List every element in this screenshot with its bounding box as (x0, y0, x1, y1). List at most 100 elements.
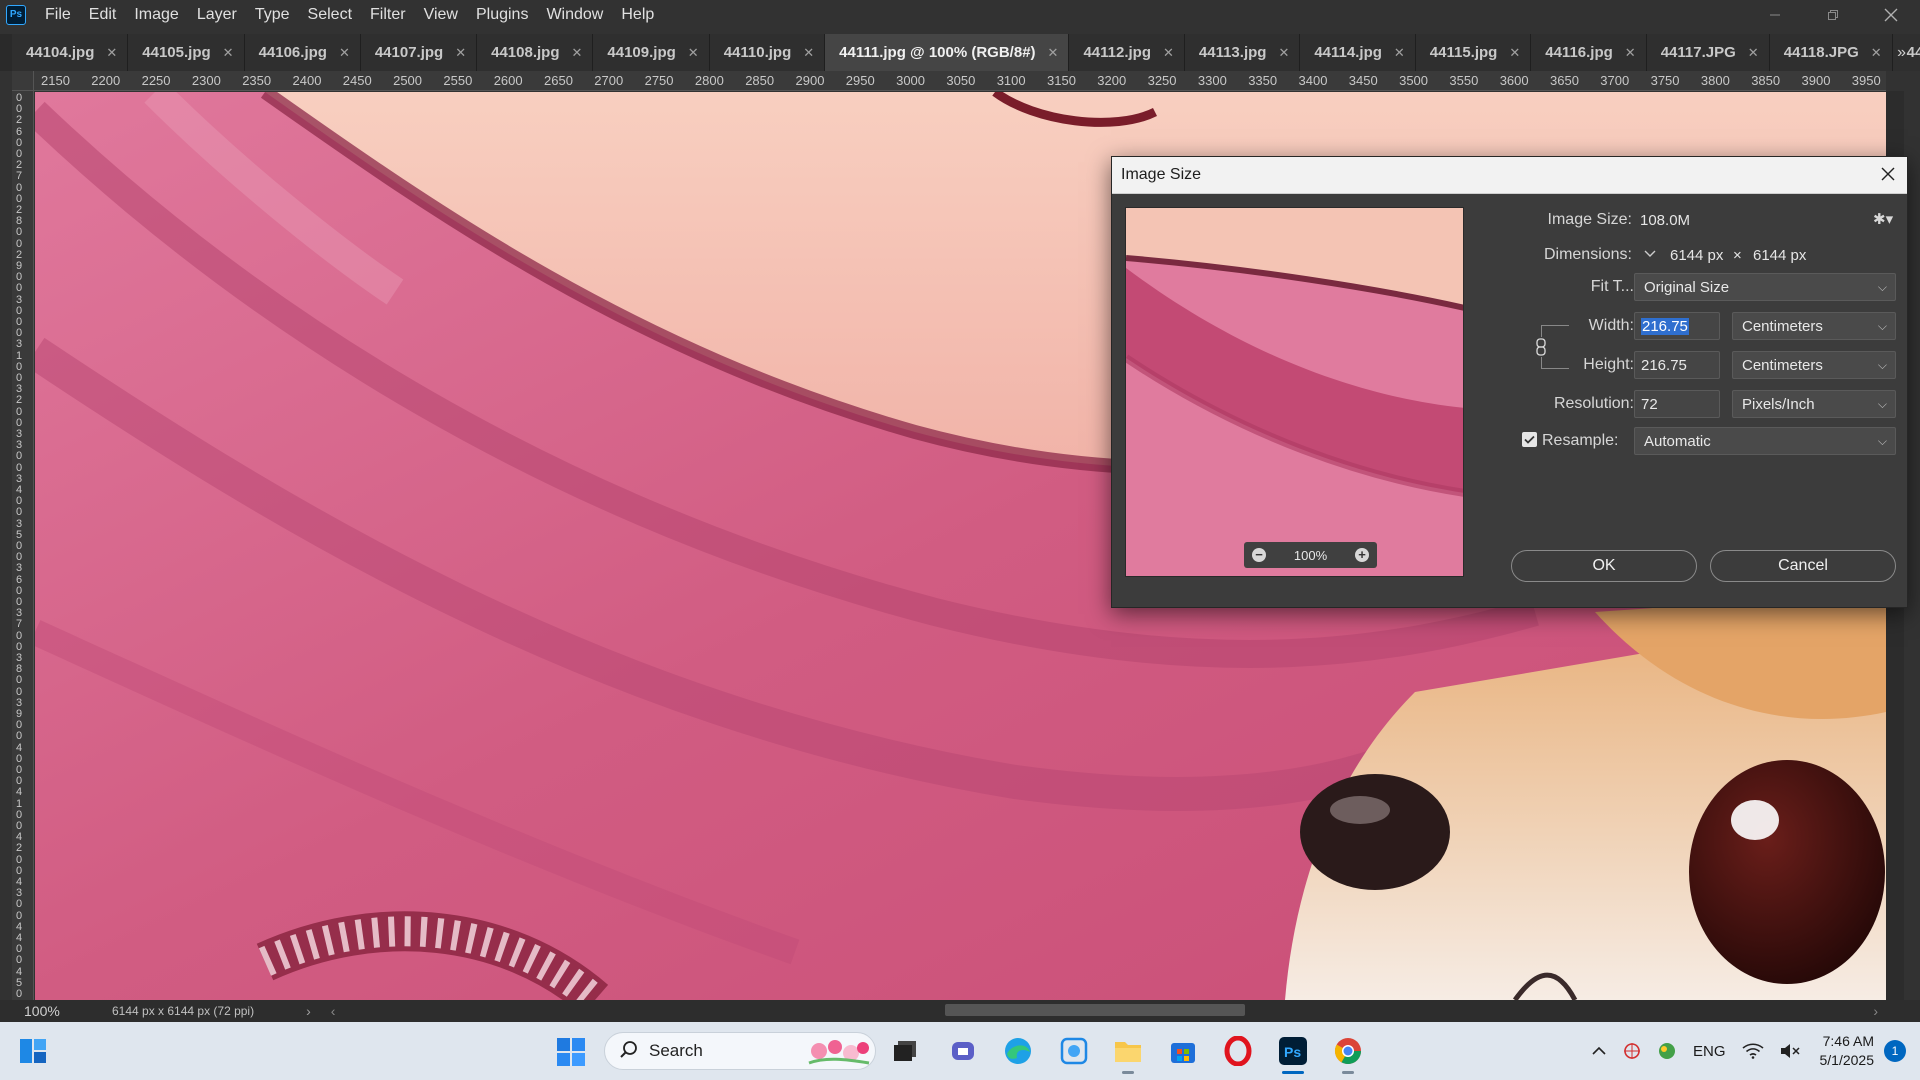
close-icon[interactable]: ✕ (106, 45, 117, 61)
microsoft-store-icon[interactable] (1166, 1034, 1200, 1068)
close-icon[interactable]: ✕ (1048, 45, 1059, 61)
tab-44107[interactable]: 44107.jpg ✕ (360, 34, 478, 71)
vertical-ruler: 0026002700280029003000310032003300340035… (12, 91, 34, 1001)
minimize-icon[interactable] (1746, 0, 1804, 29)
menu-item-layer[interactable]: Layer (188, 0, 246, 29)
ruler-tick-label: 6 (16, 573, 23, 586)
fit-to-dropdown[interactable]: Original Size ⌵ (1634, 273, 1896, 301)
language-indicator[interactable]: ENG (1693, 1043, 1726, 1060)
resolution-input[interactable]: 72 (1634, 390, 1720, 418)
menu-item-help[interactable]: Help (612, 0, 663, 29)
tab-44104[interactable]: 44104.jpg ✕ (12, 34, 129, 71)
resolution-unit-dropdown[interactable]: Pixels/Inch ⌵ (1732, 390, 1896, 418)
restore-icon[interactable] (1804, 0, 1862, 29)
close-icon[interactable]: ✕ (1163, 45, 1174, 61)
resolution-unit-value: Pixels/Inch (1742, 396, 1815, 413)
close-icon[interactable]: ✕ (1278, 45, 1289, 61)
zoom-out-icon[interactable]: − (1252, 548, 1266, 562)
tab-44113[interactable]: 44113.jpg ✕ (1184, 34, 1301, 71)
close-window-icon[interactable] (1862, 0, 1920, 29)
menu-item-type[interactable]: Type (246, 0, 299, 29)
close-icon[interactable]: ✕ (688, 45, 699, 61)
task-view-icon[interactable] (888, 1034, 922, 1068)
close-icon[interactable]: ✕ (572, 45, 583, 61)
close-icon[interactable]: ✕ (1394, 45, 1405, 61)
chevron-up-icon[interactable] (1591, 1046, 1607, 1056)
tab-44109[interactable]: 44109.jpg ✕ (593, 34, 710, 71)
menu-item-view[interactable]: View (415, 0, 467, 29)
tab-44105[interactable]: 44105.jpg ✕ (128, 34, 245, 71)
speaker-muted-icon[interactable] (1780, 1043, 1800, 1059)
opera-browser-icon[interactable] (1221, 1034, 1255, 1068)
tab-overflow-icon[interactable]: » (1897, 34, 1906, 71)
windows-start-icon[interactable] (556, 1037, 586, 1067)
close-icon[interactable]: ✕ (1871, 45, 1882, 61)
network-globe-icon[interactable] (1657, 1042, 1677, 1060)
close-icon[interactable]: ✕ (1625, 45, 1636, 61)
menu-item-window[interactable]: Window (537, 0, 612, 29)
cancel-button[interactable]: Cancel (1710, 550, 1896, 582)
clock[interactable]: 7:46 AM 5/1/2025 (1820, 1032, 1875, 1070)
tab-44112[interactable]: 44112.jpg ✕ (1069, 34, 1185, 71)
ruler-tick-label: 3 (16, 293, 23, 306)
width-unit-dropdown[interactable]: Centimeters ⌵ (1732, 312, 1896, 340)
tab-44111-active[interactable]: 44111.jpg @ 100% (RGB/8#) ✕ (825, 34, 1070, 71)
photoshop-taskbar-icon[interactable]: Ps (1276, 1034, 1310, 1074)
horizontal-scrollbar-thumb[interactable] (945, 1004, 1245, 1016)
height-value: 216.75 (1641, 357, 1687, 374)
height-unit-value: Centimeters (1742, 357, 1823, 374)
resample-dropdown[interactable]: Automatic ⌵ (1634, 427, 1896, 455)
tab-44115[interactable]: 44115.jpg ✕ (1415, 34, 1532, 71)
widgets-icon[interactable] (18, 1036, 50, 1066)
tab-label: 44110.jpg (723, 44, 792, 61)
menu-item-file[interactable]: File (36, 0, 80, 29)
link-chain-icon[interactable] (1534, 337, 1548, 357)
image-preview[interactable]: − 100% + (1125, 207, 1464, 577)
file-explorer-icon[interactable] (1111, 1034, 1145, 1074)
tab-44117[interactable]: 44117.JPG ✕ (1646, 34, 1770, 71)
gear-icon[interactable]: ✱▾ (1873, 210, 1893, 228)
lens-app-icon[interactable] (1057, 1034, 1091, 1068)
ruler-tick-label: 2750 (644, 73, 674, 88)
wifi-icon[interactable] (1741, 1043, 1764, 1059)
tab-44110[interactable]: 44110.jpg ✕ (709, 34, 826, 71)
photoshop-logo-icon[interactable]: Ps (6, 4, 26, 25)
scroll-right-arrow-icon[interactable]: › (1873, 1003, 1878, 1019)
menu-bar: Ps File Edit Image Layer Type Select Fil… (0, 0, 1920, 29)
zoom-level[interactable]: 100% (24, 1003, 94, 1019)
dimensions-dropdown-icon[interactable] (1641, 245, 1659, 261)
ok-button[interactable]: OK (1511, 550, 1697, 582)
width-input[interactable]: 216.75 (1634, 312, 1720, 340)
close-icon[interactable]: ✕ (455, 45, 466, 61)
tab-44116[interactable]: 44116.jpg ✕ (1531, 34, 1647, 71)
resample-checkbox[interactable] (1522, 432, 1537, 447)
close-icon[interactable]: ✕ (1748, 45, 1759, 61)
height-unit-dropdown[interactable]: Centimeters ⌵ (1732, 351, 1896, 379)
menu-item-filter[interactable]: Filter (361, 0, 415, 29)
edge-browser-icon[interactable] (1001, 1034, 1035, 1068)
tab-44114[interactable]: 44114.jpg ✕ (1300, 34, 1416, 71)
close-icon[interactable]: ✕ (339, 45, 350, 61)
dialog-titlebar[interactable]: Image Size (1112, 157, 1907, 194)
taskbar-search[interactable]: Search (604, 1032, 876, 1070)
menu-item-edit[interactable]: Edit (80, 0, 126, 29)
close-icon[interactable]: ✕ (1509, 45, 1520, 61)
teams-chat-icon[interactable] (946, 1034, 980, 1068)
close-icon[interactable]: ✕ (223, 45, 234, 61)
menu-item-image[interactable]: Image (125, 0, 187, 29)
tab-44118[interactable]: 44118.JPG ✕ (1769, 34, 1893, 71)
menu-item-select[interactable]: Select (299, 0, 361, 29)
close-icon[interactable] (1881, 164, 1895, 187)
close-icon[interactable]: ✕ (803, 45, 814, 61)
vpn-target-icon[interactable] (1623, 1042, 1641, 1060)
ruler-corner[interactable] (12, 71, 34, 91)
tab-44108[interactable]: 44108.jpg ✕ (477, 34, 594, 71)
scroll-left-arrow-icon[interactable]: ‹ (331, 1003, 336, 1019)
status-menu-arrow-icon[interactable]: › (306, 1003, 311, 1019)
menu-item-plugins[interactable]: Plugins (467, 0, 537, 29)
tab-44106[interactable]: 44106.jpg ✕ (244, 34, 361, 71)
height-input[interactable]: 216.75 (1634, 351, 1720, 379)
zoom-in-icon[interactable]: + (1355, 548, 1369, 562)
notification-badge[interactable]: 1 (1884, 1040, 1906, 1062)
chrome-browser-icon[interactable] (1331, 1034, 1365, 1074)
